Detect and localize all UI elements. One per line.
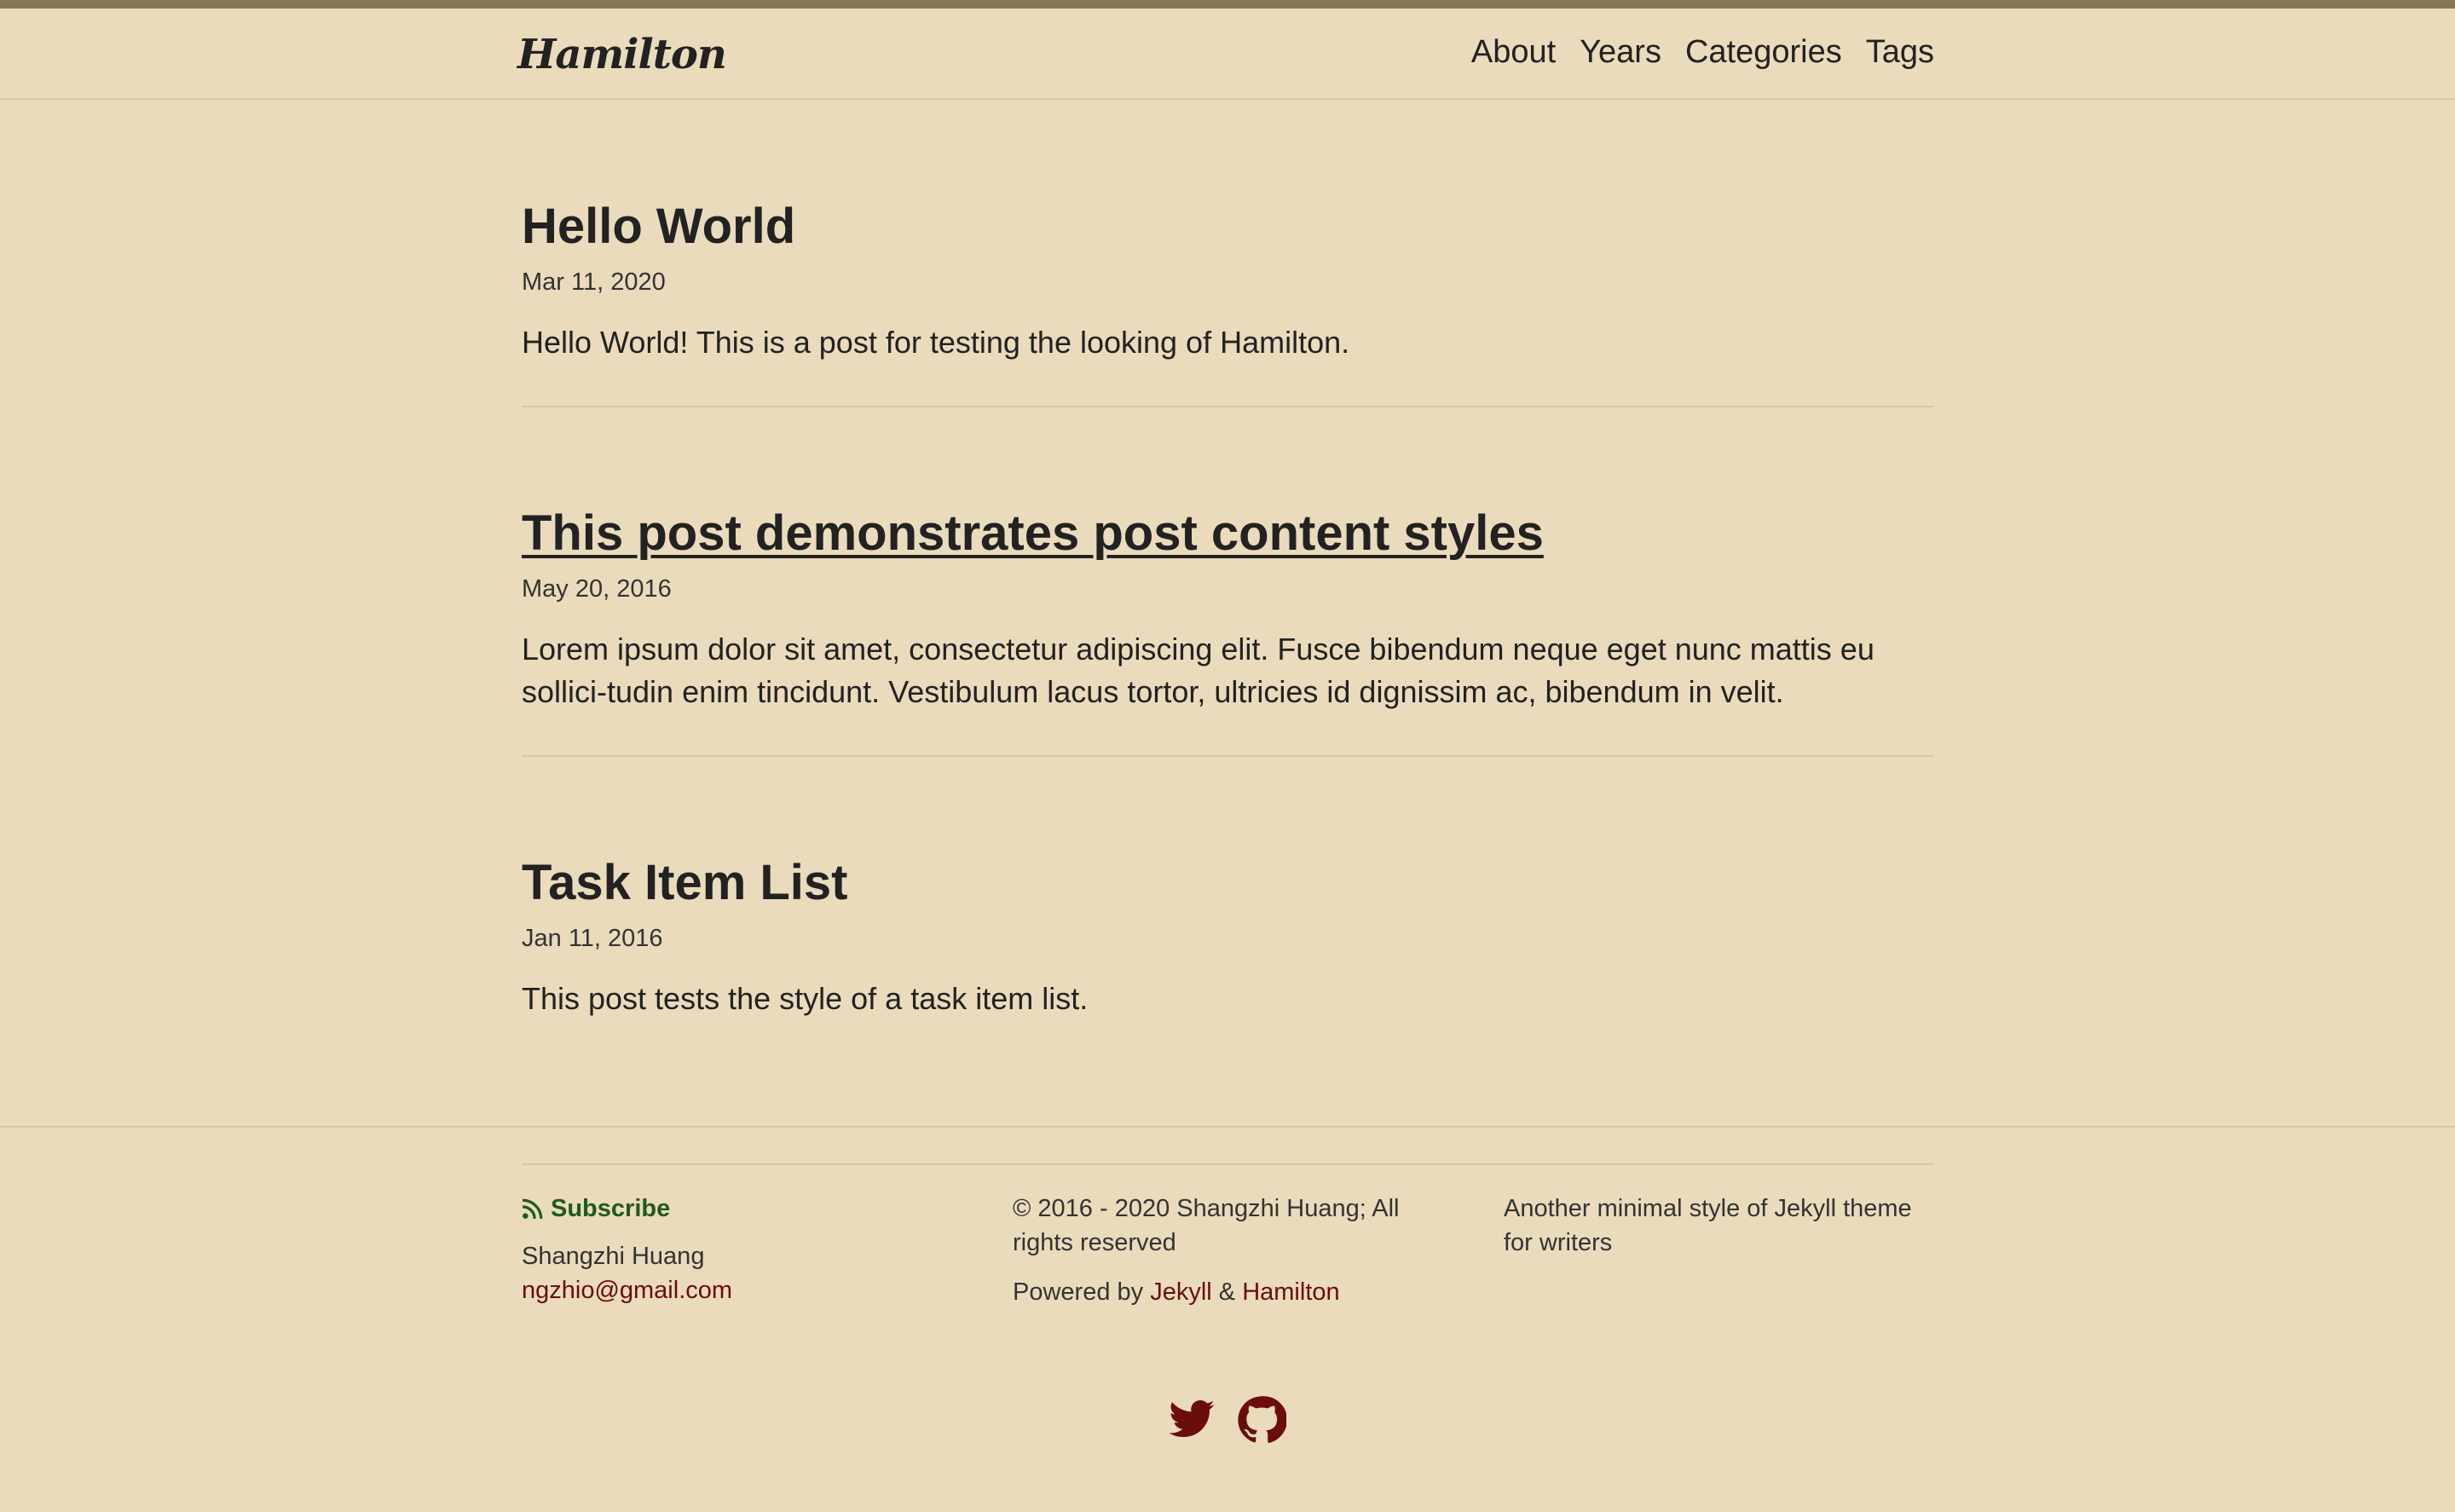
post-date: May 20, 2016 [522,575,672,603]
jekyll-link[interactable]: Jekyll [1150,1278,1212,1306]
post-item: This post demonstrates post content styl… [522,504,1933,757]
github-icon [1238,1396,1288,1443]
post-excerpt: Lorem ipsum dolor sit amet, consectetur … [522,632,1874,709]
post-title[interactable]: Hello World [522,197,1933,257]
hamilton-link[interactable]: Hamilton [1242,1278,1339,1306]
main-nav: About Years Categories Tags [1471,34,1934,71]
footer-column-contact: Subscribe Shangzhi Huang ngzhio@gmail.co… [522,1192,965,1307]
rss-icon [522,1198,543,1220]
author-name: Shangzhi Huang [522,1243,705,1270]
post-date: Jan 11, 2016 [522,925,663,952]
twitter-link[interactable] [1167,1395,1216,1449]
social-links [1167,1395,1288,1449]
powered-by: Powered by Jekyll & Hamilton [1013,1275,1456,1309]
nav-tags[interactable]: Tags [1866,34,1934,71]
post-title[interactable]: This post demonstrates post content styl… [522,504,1933,563]
powered-amp: & [1218,1278,1236,1306]
subscribe-label: Subscribe [551,1195,671,1222]
github-link[interactable] [1237,1395,1288,1449]
powered-prefix: Powered by [1013,1278,1144,1306]
post-excerpt: This post tests the style of a task item… [522,981,1089,1016]
site-description: Another minimal style of Jekyll theme fo… [1504,1195,1912,1256]
site-logo[interactable]: Hamilton [517,31,727,78]
footer-column-copyright: © 2016 - 2020 Shangzhi Huang; All rights… [1013,1192,1456,1309]
post-title[interactable]: Task Item List [522,853,1933,913]
footer-column-description: Another minimal style of Jekyll theme fo… [1504,1192,1947,1260]
author-email-link[interactable]: ngzhio@gmail.com [522,1277,732,1304]
top-accent-bar [0,0,2455,9]
nav-about[interactable]: About [1471,34,1556,71]
nav-categories[interactable]: Categories [1685,34,1842,71]
twitter-icon [1169,1399,1215,1438]
post-item: Task Item List Jan 11, 2016 This post te… [522,853,1933,1165]
site-footer: Subscribe Shangzhi Huang ngzhio@gmail.co… [0,1126,2455,1512]
site-header: Hamilton About Years Categories Tags [0,9,2455,100]
nav-years[interactable]: Years [1580,34,1661,71]
subscribe-link[interactable]: Subscribe [522,1192,965,1226]
post-excerpt: Hello World! This is a post for testing … [522,325,1350,360]
post-item: Hello World Mar 11, 2020 Hello World! Th… [522,197,1933,407]
post-date: Mar 11, 2020 [522,268,666,296]
copyright-text: © 2016 - 2020 Shangzhi Huang; All rights… [1013,1195,1400,1256]
